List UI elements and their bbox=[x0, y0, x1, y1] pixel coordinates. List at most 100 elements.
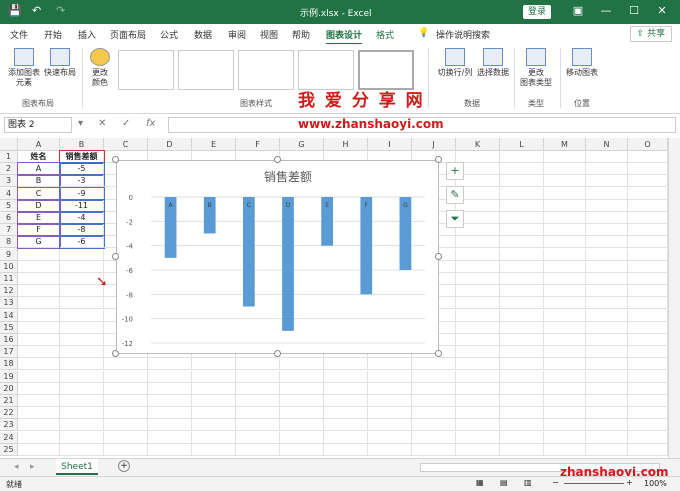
grid-cell[interactable] bbox=[18, 370, 60, 383]
grid-cell[interactable] bbox=[500, 273, 544, 285]
grid-cell[interactable] bbox=[500, 212, 544, 224]
grid-cell[interactable] bbox=[544, 199, 586, 212]
tab-help[interactable]: 帮助 bbox=[292, 28, 310, 41]
grid-cell[interactable] bbox=[500, 443, 544, 456]
grid-cell[interactable] bbox=[628, 236, 668, 249]
resize-handle[interactable] bbox=[112, 253, 119, 260]
grid-cell[interactable] bbox=[18, 346, 60, 359]
column-header[interactable]: J bbox=[412, 138, 456, 151]
grid-cell[interactable] bbox=[60, 346, 104, 359]
grid-cell[interactable] bbox=[500, 370, 544, 383]
grid-cell[interactable] bbox=[60, 260, 104, 273]
grid-cell[interactable] bbox=[500, 395, 544, 407]
row-header[interactable]: 16 bbox=[0, 334, 18, 346]
grid-cell[interactable] bbox=[544, 224, 586, 237]
search-tell-me[interactable]: 操作说明搜索 bbox=[436, 28, 490, 41]
grid-cell[interactable]: F bbox=[17, 223, 61, 238]
grid-cell[interactable] bbox=[60, 395, 104, 407]
row-header[interactable]: 18 bbox=[0, 358, 18, 371]
row-header[interactable]: 4 bbox=[0, 187, 18, 200]
grid-cell[interactable] bbox=[236, 407, 280, 420]
grid-cell[interactable] bbox=[456, 346, 500, 359]
grid-cell[interactable]: E bbox=[17, 211, 61, 225]
grid-cell[interactable] bbox=[586, 334, 628, 346]
grid-cell[interactable] bbox=[456, 443, 500, 456]
grid-cell[interactable] bbox=[368, 395, 412, 407]
row-header[interactable]: 6 bbox=[0, 212, 18, 224]
row-header[interactable]: 9 bbox=[0, 248, 18, 261]
grid-cell[interactable] bbox=[192, 443, 236, 456]
grid-cell[interactable] bbox=[60, 321, 104, 334]
row-header[interactable]: 24 bbox=[0, 431, 18, 444]
grid-cell[interactable] bbox=[280, 370, 324, 383]
grid-cell[interactable] bbox=[60, 431, 104, 444]
grid-cell[interactable]: D bbox=[17, 198, 61, 213]
grid-cell[interactable] bbox=[104, 419, 148, 432]
grid-cell[interactable]: -5 bbox=[59, 162, 105, 177]
normal-view-icon[interactable]: ▦ bbox=[476, 478, 484, 487]
grid-cell[interactable] bbox=[324, 382, 368, 395]
cancel-icon[interactable]: ✕ bbox=[98, 118, 106, 129]
chart-style-5[interactable] bbox=[358, 50, 414, 90]
switch-row-column-button[interactable]: 切换行/列 bbox=[436, 48, 474, 78]
resize-handle[interactable] bbox=[435, 156, 442, 163]
grid-cell[interactable] bbox=[368, 370, 412, 383]
grid-cell[interactable] bbox=[544, 187, 586, 200]
row-header[interactable]: 17 bbox=[0, 346, 18, 359]
grid-cell[interactable] bbox=[456, 370, 500, 383]
grid-cell[interactable] bbox=[628, 285, 668, 298]
grid-cell[interactable] bbox=[500, 358, 544, 371]
sheet-tab[interactable]: Sheet1 bbox=[56, 459, 98, 475]
grid-cell[interactable] bbox=[544, 151, 586, 163]
grid-cell[interactable] bbox=[456, 334, 500, 346]
row-header[interactable]: 10 bbox=[0, 260, 18, 273]
grid-cell[interactable] bbox=[60, 443, 104, 456]
grid-cell[interactable]: G bbox=[17, 235, 61, 250]
grid-cell[interactable] bbox=[544, 370, 586, 383]
grid-cell[interactable] bbox=[148, 358, 192, 371]
add-chart-element-button[interactable]: 添加图表 元素 bbox=[6, 48, 42, 88]
grid-cell[interactable] bbox=[628, 199, 668, 212]
grid-cell[interactable] bbox=[280, 407, 324, 420]
grid-cell[interactable] bbox=[544, 212, 586, 224]
name-box-dropdown-icon[interactable]: ▾ bbox=[78, 118, 83, 129]
tab-formulas[interactable]: 公式 bbox=[160, 28, 178, 41]
grid-cell[interactable] bbox=[104, 370, 148, 383]
grid-cell[interactable] bbox=[280, 395, 324, 407]
grid-cell[interactable] bbox=[544, 175, 586, 188]
grid-cell[interactable] bbox=[456, 273, 500, 285]
grid-cell[interactable] bbox=[586, 224, 628, 237]
grid-cell[interactable] bbox=[412, 370, 456, 383]
grid-cell[interactable] bbox=[544, 346, 586, 359]
spreadsheet-grid[interactable]: A B C D E F G H I J K L M N O 1 姓名 销售差额 2 A -… bbox=[0, 138, 668, 458]
grid-cell[interactable] bbox=[104, 407, 148, 420]
grid-cell[interactable] bbox=[236, 370, 280, 383]
grid-cell[interactable] bbox=[628, 248, 668, 261]
grid-cell[interactable] bbox=[148, 370, 192, 383]
grid-cell[interactable] bbox=[628, 443, 668, 456]
row-header[interactable]: 21 bbox=[0, 395, 18, 407]
grid-cell[interactable] bbox=[236, 395, 280, 407]
grid-cell[interactable] bbox=[192, 370, 236, 383]
grid-cell[interactable]: 姓名 bbox=[18, 151, 60, 163]
column-header[interactable]: A bbox=[18, 138, 60, 151]
select-all-corner[interactable] bbox=[0, 138, 18, 151]
grid-cell[interactable] bbox=[60, 407, 104, 420]
row-header[interactable]: 3 bbox=[0, 175, 18, 188]
login-button[interactable]: 登录 bbox=[523, 5, 551, 19]
grid-cell[interactable] bbox=[544, 260, 586, 273]
grid-cell[interactable] bbox=[544, 358, 586, 371]
save-icon[interactable]: 💾 bbox=[8, 4, 22, 17]
grid-cell[interactable] bbox=[60, 309, 104, 322]
chart-elements-plus-icon[interactable]: + bbox=[446, 162, 464, 180]
grid-cell[interactable] bbox=[628, 431, 668, 444]
confirm-icon[interactable]: ✓ bbox=[122, 118, 130, 129]
grid-cell[interactable] bbox=[148, 443, 192, 456]
tab-data[interactable]: 数据 bbox=[194, 28, 212, 41]
name-box[interactable]: 图表 2 bbox=[4, 117, 72, 133]
zoom-slider[interactable] bbox=[564, 483, 624, 484]
grid-cell[interactable]: -3 bbox=[59, 174, 105, 189]
grid-cell[interactable] bbox=[148, 382, 192, 395]
quick-layout-button[interactable]: 快速布局 bbox=[42, 48, 78, 78]
grid-cell[interactable] bbox=[628, 297, 668, 310]
